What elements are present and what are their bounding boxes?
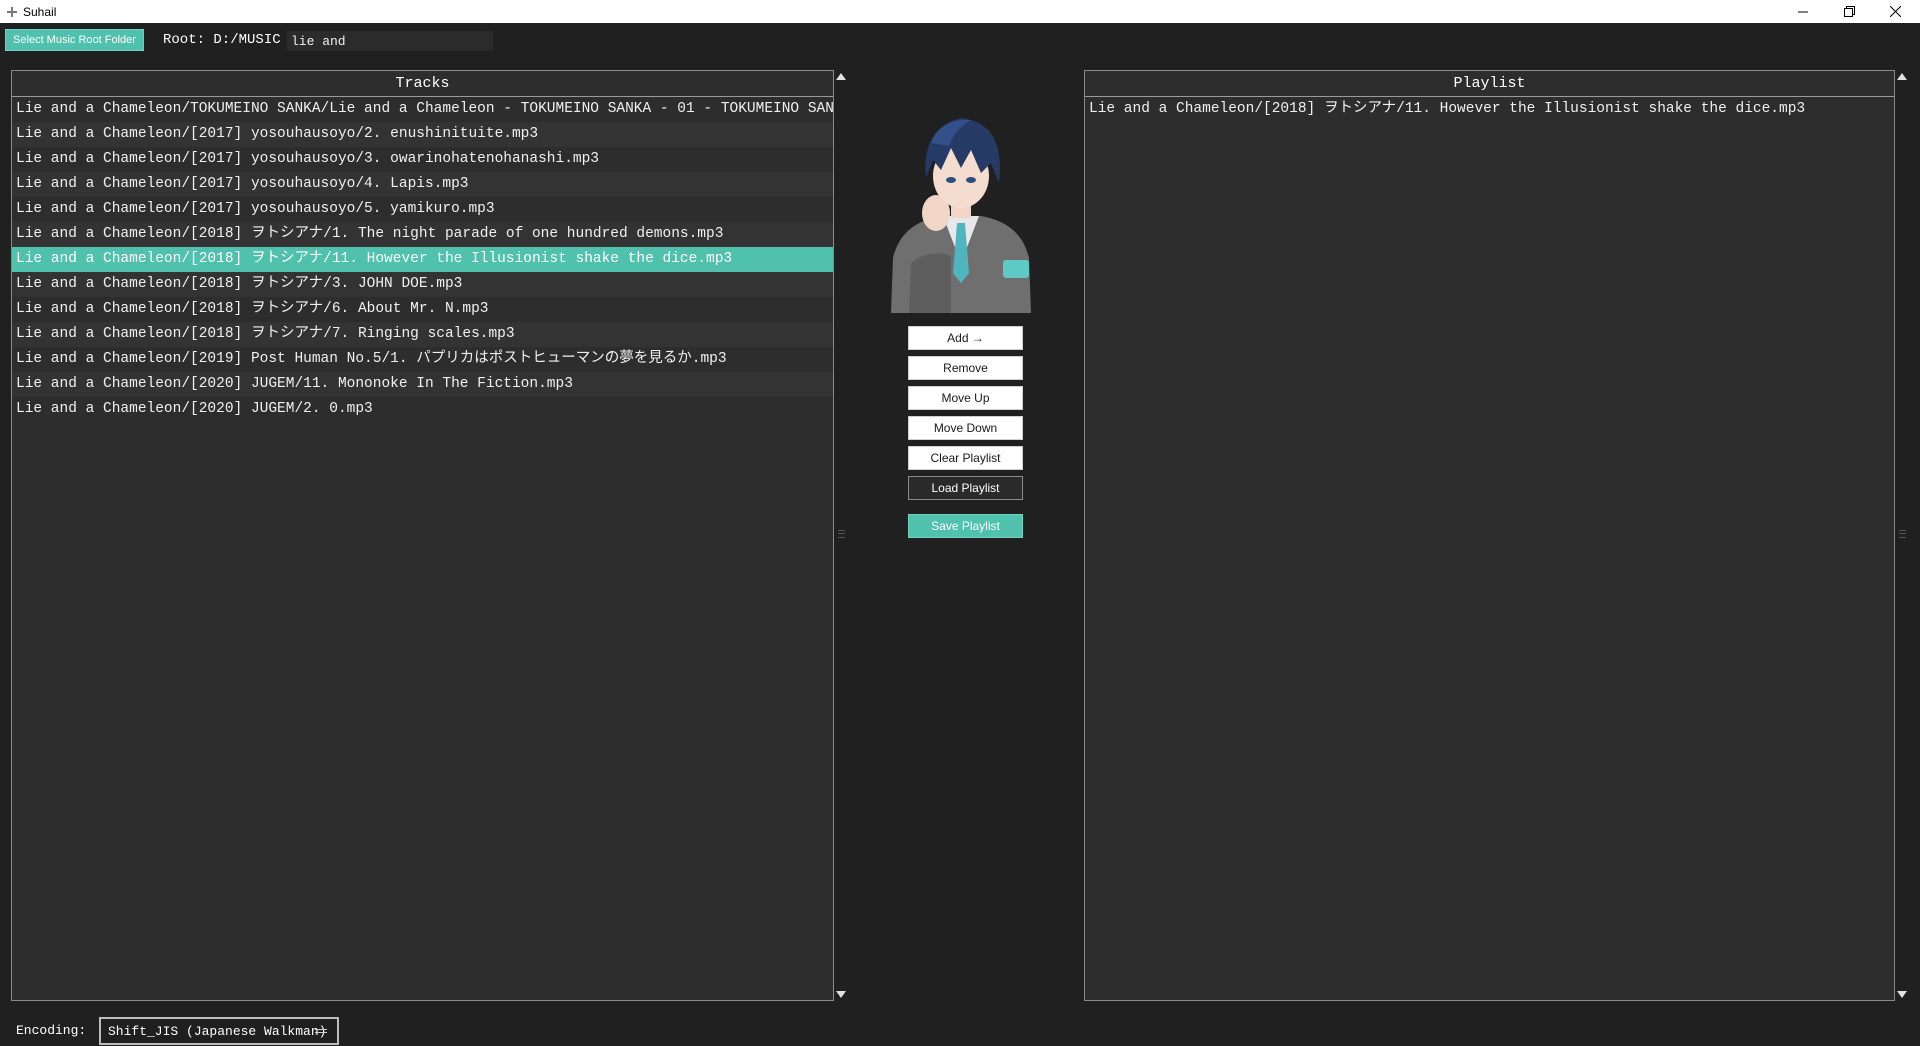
playlist-header: Playlist [1085, 71, 1894, 97]
tracks-list[interactable]: Tracks Lie and a Chameleon/TOKUMEINO SAN… [11, 70, 834, 1001]
scroll-up-icon[interactable] [1897, 73, 1907, 80]
list-item[interactable]: Lie and a Chameleon/[2019] Post Human No… [12, 347, 833, 372]
encoding-label: Encoding: [16, 1023, 87, 1038]
select-root-folder-button[interactable]: Select Music Root Folder [5, 29, 144, 51]
encoding-value: Shift_JIS (Japanese Walkman) [108, 1023, 327, 1039]
scroll-up-icon[interactable] [836, 73, 846, 80]
list-item[interactable]: Lie and a Chameleon/[2020] JUGEM/2. 0.mp… [12, 397, 833, 422]
scroll-down-icon[interactable] [836, 991, 846, 998]
list-item[interactable]: Lie and a Chameleon/[2018] ヲトシアナ/1. The … [12, 222, 833, 247]
tracks-header: Tracks [12, 71, 833, 97]
scroll-down-icon[interactable] [1897, 991, 1907, 998]
close-icon[interactable] [1872, 0, 1918, 23]
root-path-label: Root: D:/MUSIC [163, 32, 281, 48]
list-item[interactable]: Lie and a Chameleon/[2017] yosouhausoyo/… [12, 147, 833, 172]
playlist-rows: Lie and a Chameleon/[2018] ヲトシアナ/11. How… [1085, 97, 1894, 122]
list-item[interactable]: Lie and a Chameleon/[2018] ヲトシアナ/7. Ring… [12, 322, 833, 347]
list-item[interactable]: Lie and a Chameleon/[2017] yosouhausoyo/… [12, 197, 833, 222]
list-item[interactable]: Lie and a Chameleon/[2018] ヲトシアナ/11. How… [1085, 97, 1894, 122]
window-title: Suhail [23, 4, 57, 19]
list-item[interactable]: Lie and a Chameleon/[2018] ヲトシアナ/6. Abou… [12, 297, 833, 322]
clear-playlist-button[interactable]: Clear Playlist [908, 446, 1023, 470]
title-bar: Suhail [0, 0, 1920, 23]
list-item[interactable]: Lie and a Chameleon/[2020] JUGEM/11. Mon… [12, 372, 833, 397]
app-icon [7, 6, 17, 17]
list-item[interactable]: Lie and a Chameleon/[2017] yosouhausoyo/… [12, 172, 833, 197]
restore-icon[interactable] [1826, 0, 1872, 23]
playlist-list[interactable]: Playlist Lie and a Chameleon/[2018] ヲトシア… [1084, 70, 1895, 1001]
list-item[interactable]: Lie and a Chameleon/[2018] ヲトシアナ/3. JOHN… [12, 272, 833, 297]
save-playlist-button[interactable]: Save Playlist [908, 514, 1023, 538]
move-up-button[interactable]: Move Up [908, 386, 1023, 410]
tracks-rows: Lie and a Chameleon/TOKUMEINO SANKA/Lie … [12, 97, 833, 422]
load-playlist-button[interactable]: Load Playlist [908, 476, 1023, 500]
scroll-thumb[interactable] [838, 530, 845, 538]
minimize-icon[interactable] [1780, 0, 1826, 23]
encoding-select[interactable]: Shift_JIS (Japanese Walkman) [99, 1017, 339, 1045]
tracks-scrollbar[interactable] [835, 70, 848, 1001]
list-item[interactable]: Lie and a Chameleon/[2017] yosouhausoyo/… [12, 122, 833, 147]
playlist-scrollbar[interactable] [1896, 70, 1909, 1001]
move-down-button[interactable]: Move Down [908, 416, 1023, 440]
scroll-thumb[interactable] [1899, 530, 1906, 538]
list-item[interactable]: Lie and a Chameleon/TOKUMEINO SANKA/Lie … [12, 97, 833, 122]
dropdown-icon [315, 1029, 327, 1033]
add-button[interactable]: Add → [908, 326, 1023, 350]
top-bar: Select Music Root Folder Root: D:/MUSIC [0, 23, 1920, 57]
remove-button[interactable]: Remove [908, 356, 1023, 380]
list-item[interactable]: Lie and a Chameleon/[2018] ヲトシアナ/11. How… [12, 247, 833, 272]
character-avatar [871, 88, 1051, 313]
search-input[interactable] [287, 31, 493, 51]
